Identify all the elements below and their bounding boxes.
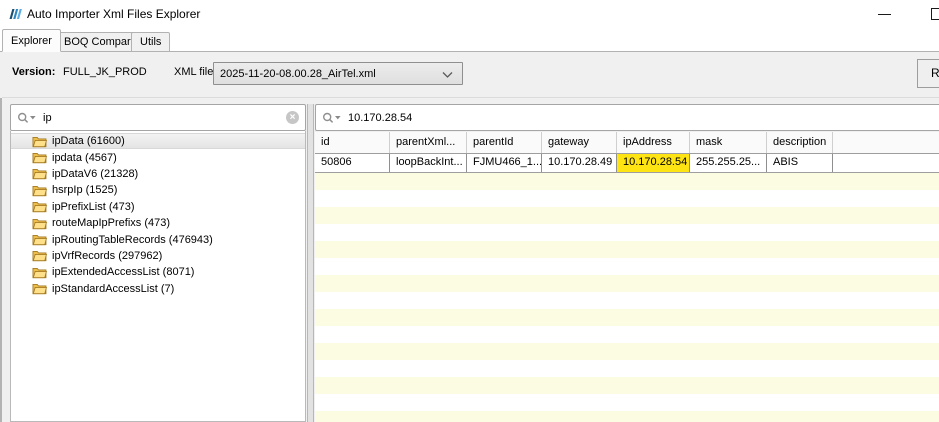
column-header-filler <box>833 132 939 153</box>
version-label: Version: <box>12 66 55 78</box>
tree-item-label: ipExtendedAccessList (8071) <box>52 266 194 278</box>
column-header-parentId[interactable]: parentId <box>467 132 542 153</box>
folder-icon <box>32 151 47 164</box>
tree-panel: × ipData (61600) ipdata (4567) ipDataV6 … <box>10 104 306 422</box>
tree-search-input[interactable] <box>43 112 286 124</box>
xml-file-dropdown-value: 2025-11-20-08.00.28_AirTel.xml <box>220 68 376 80</box>
app-window: Auto Importer Xml Files Explorer Explore… <box>0 0 939 422</box>
tree-item-label: ipPrefixList (473) <box>52 201 135 213</box>
column-header-id[interactable]: id <box>315 132 390 153</box>
folder-icon <box>32 233 47 246</box>
toolbar-separator <box>2 97 939 98</box>
xml-file-label: XML file <box>174 66 213 78</box>
tree-item-ipDataV6[interactable]: ipDataV6 (21328) <box>11 166 305 182</box>
tab-utils[interactable]: Utils <box>131 32 170 52</box>
tab-explorer[interactable]: Explorer <box>2 29 61 52</box>
window-title: Auto Importer Xml Files Explorer <box>27 0 200 28</box>
cell-mask[interactable]: 255.255.25... <box>690 154 767 172</box>
tree-item-ipStandardAccessList[interactable]: ipStandardAccessList (7) <box>11 281 305 297</box>
column-header-description[interactable]: description <box>767 132 833 153</box>
cell-parentXml[interactable]: loopBackInt... <box>390 154 467 172</box>
folder-icon <box>32 167 47 180</box>
records-panel: id parentXml... parentId gateway ipAddre… <box>315 104 939 422</box>
records-search-box[interactable] <box>315 104 939 131</box>
tree-item-ipdata[interactable]: ipdata (4567) <box>11 149 305 165</box>
folder-icon <box>32 200 47 213</box>
tree-search-box[interactable]: × <box>10 104 306 131</box>
column-header-mask[interactable]: mask <box>690 132 767 153</box>
tree-item-hsrpIp[interactable]: hsrpIp (1525) <box>11 182 305 198</box>
cell-description[interactable]: ABIS <box>767 154 833 172</box>
cell-parentId[interactable]: FJMU466_1... <box>467 154 542 172</box>
records-search-input[interactable] <box>348 112 939 124</box>
tree-item-ipData[interactable]: ipData (61600) <box>11 133 305 149</box>
tree-item-ipPrefixList[interactable]: ipPrefixList (473) <box>11 199 305 215</box>
minimize-icon[interactable] <box>878 14 891 15</box>
search-icon <box>17 112 37 124</box>
clear-search-icon[interactable]: × <box>286 111 299 124</box>
xml-node-tree: ipData (61600) ipdata (4567) ipDataV6 (2… <box>10 131 306 422</box>
folder-icon <box>32 184 47 197</box>
titlebar: Auto Importer Xml Files Explorer <box>0 0 939 28</box>
records-table: id parentXml... parentId gateway ipAddre… <box>315 132 939 422</box>
tree-item-label: ipDataV6 (21328) <box>52 168 138 180</box>
cell-gateway[interactable]: 10.170.28.49 <box>542 154 617 172</box>
table-header-row: id parentXml... parentId gateway ipAddre… <box>315 132 939 154</box>
xml-file-dropdown[interactable]: 2025-11-20-08.00.28_AirTel.xml <box>213 62 463 85</box>
folder-icon <box>32 282 47 295</box>
folder-icon <box>32 266 47 279</box>
tree-item-label: ipData (61600) <box>52 135 125 147</box>
empty-striped-rows <box>315 173 939 422</box>
tree-item-ipRoutingTableRecords[interactable]: ipRoutingTableRecords (476943) <box>11 231 305 247</box>
tree-item-label: hsrpIp (1525) <box>52 184 117 196</box>
maximize-icon[interactable] <box>931 8 939 20</box>
cell-filler <box>833 154 939 172</box>
cell-id[interactable]: 50806 <box>315 154 390 172</box>
tree-item-label: routeMapIpPrefixs (473) <box>52 217 170 229</box>
explorer-tab-page: Version: FULL_JK_PROD XML file 2025-11-2… <box>0 52 939 422</box>
tree-item-label: ipVrfRecords (297962) <box>52 250 162 262</box>
tab-strip: Explorer BOQ Compare Utils <box>0 28 939 52</box>
cell-ipAddress-highlighted[interactable]: 10.170.28.54 <box>617 154 690 172</box>
toolbar-right-button[interactable]: R <box>917 59 939 88</box>
panel-splitter[interactable] <box>307 104 314 422</box>
folder-icon <box>32 217 47 230</box>
tree-item-label: ipdata (4567) <box>52 152 117 164</box>
column-header-parentXml[interactable]: parentXml... <box>390 132 467 153</box>
version-value: FULL_JK_PROD <box>63 66 147 78</box>
tree-item-ipVrfRecords[interactable]: ipVrfRecords (297962) <box>11 248 305 264</box>
app-logo-icon <box>7 6 23 22</box>
search-icon <box>322 112 342 124</box>
column-header-gateway[interactable]: gateway <box>542 132 617 153</box>
folder-icon <box>32 249 47 262</box>
window-left-edge <box>0 98 2 422</box>
folder-icon <box>32 135 47 148</box>
tree-item-label: ipStandardAccessList (7) <box>52 283 174 295</box>
table-row[interactable]: 50806 loopBackInt... FJMU466_1... 10.170… <box>315 154 939 173</box>
tree-item-routeMapIpPrefixs[interactable]: routeMapIpPrefixs (473) <box>11 215 305 231</box>
chevron-down-icon <box>442 72 453 78</box>
tree-item-ipExtendedAccessList[interactable]: ipExtendedAccessList (8071) <box>11 264 305 280</box>
column-header-ipAddress[interactable]: ipAddress <box>617 132 690 153</box>
tree-item-label: ipRoutingTableRecords (476943) <box>52 234 213 246</box>
